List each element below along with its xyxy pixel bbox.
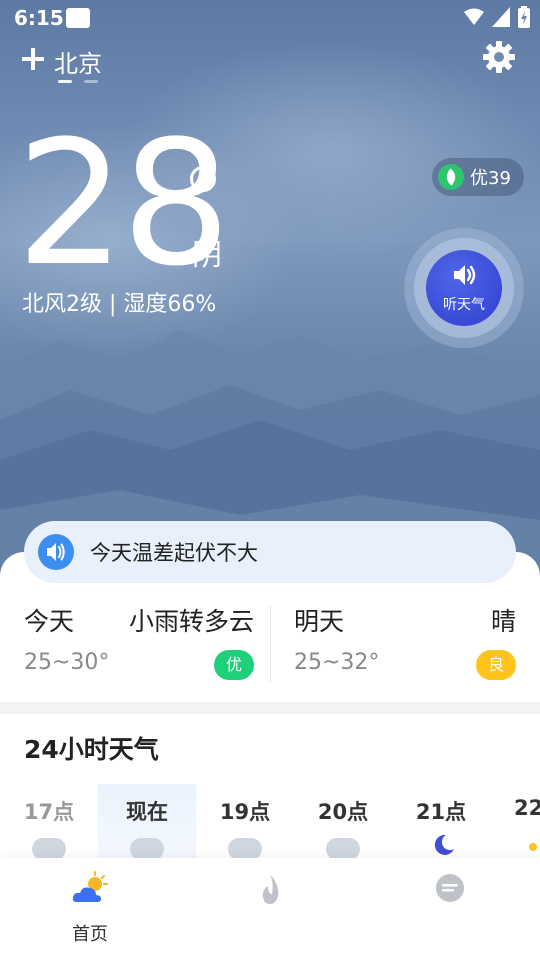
- forecast-today[interactable]: 今天 小雨转多云 25~30° 优: [24, 598, 254, 698]
- section-title: 24小时天气: [24, 735, 159, 764]
- current-condition: 阴: [192, 238, 222, 273]
- sun-icon: [529, 843, 537, 851]
- page-indicator: [58, 80, 98, 83]
- divider: [270, 606, 271, 682]
- listen-weather-button[interactable]: 听天气: [426, 250, 502, 326]
- degree-symbol: [190, 166, 216, 192]
- air-quality-badge: 优: [213, 650, 254, 680]
- hour-item[interactable]: 22: [490, 784, 540, 864]
- forecast-temp-range: 25~32°: [294, 650, 380, 675]
- air-quality-value: 优39: [470, 168, 511, 189]
- battery-charging-icon: [518, 6, 530, 28]
- hour-item-now[interactable]: 现在: [98, 784, 196, 864]
- forecast-temp-range: 25~30°: [24, 650, 110, 675]
- two-day-forecast: 今天 小雨转多云 25~30° 优 明天 晴 25~32° 良: [0, 598, 540, 702]
- hour-label: 17点: [23, 800, 75, 824]
- speaker-icon: [38, 534, 74, 570]
- nav-messages[interactable]: [400, 870, 500, 914]
- forecast-condition: 小雨转多云: [128, 607, 254, 636]
- nav-home[interactable]: 首页: [40, 870, 140, 946]
- status-time: 6:15: [14, 6, 64, 30]
- wind-humidity-text: 北风2级 | 湿度66%: [22, 292, 217, 317]
- flame-icon: [262, 874, 279, 904]
- nav-video[interactable]: [220, 870, 320, 914]
- air-quality-badge[interactable]: 优39: [432, 158, 524, 196]
- forecast-day-label: 明天: [294, 607, 345, 636]
- status-icons: [464, 6, 530, 28]
- air-quality-badge: 良: [475, 650, 516, 680]
- moon-night-icon: [434, 834, 454, 855]
- nav-label: 首页: [72, 924, 108, 945]
- speaker-icon: [454, 265, 476, 285]
- home-weather-icon: [72, 871, 108, 902]
- hour-item[interactable]: 17点: [0, 784, 98, 864]
- page-dot: [84, 80, 98, 83]
- message-bubble-icon: [436, 874, 464, 902]
- hour-label: 22: [514, 796, 540, 820]
- cloud-icon: [32, 838, 66, 860]
- cloud-icon: [130, 838, 164, 860]
- settings-gear-icon[interactable]: [482, 40, 516, 74]
- hour-item[interactable]: 19点: [196, 784, 294, 864]
- hour-label: 19点: [219, 800, 271, 824]
- hour-item[interactable]: 20点: [294, 784, 392, 864]
- bottom-navigation: 首页: [0, 858, 540, 960]
- hour-label: 20点: [317, 800, 369, 824]
- weather-tip-text: 今天温差起伏不大: [90, 541, 258, 565]
- forecast-tomorrow[interactable]: 明天 晴 25~32° 良: [294, 598, 516, 698]
- cloud-icon: [326, 838, 360, 860]
- page-dot-active: [58, 80, 72, 83]
- listen-weather-label: 听天气: [443, 297, 485, 313]
- forecast-condition: 晴: [490, 607, 516, 636]
- add-city-icon[interactable]: [20, 46, 46, 72]
- hour-label: 21点: [415, 800, 467, 824]
- status-bar: 6:15: [0, 0, 540, 36]
- signal-icon: [492, 7, 510, 27]
- city-name[interactable]: 北京: [54, 44, 102, 79]
- hourly-forecast-section: 24小时天气 17点 现在 19点 20点 21点 22: [0, 714, 540, 864]
- wifi-icon: [464, 8, 484, 25]
- hour-label: 现在: [126, 800, 168, 824]
- weather-tip-bar[interactable]: 今天温差起伏不大: [24, 521, 516, 583]
- forecast-day-label: 今天: [24, 607, 75, 636]
- cloud-icon: [228, 838, 262, 860]
- header: 北京: [0, 40, 540, 90]
- listen-weather-button-halo: 听天气: [404, 228, 524, 348]
- weather-app-notification-icon: [66, 8, 90, 28]
- leaf-icon: [438, 164, 464, 190]
- hour-item[interactable]: 21点: [392, 784, 490, 864]
